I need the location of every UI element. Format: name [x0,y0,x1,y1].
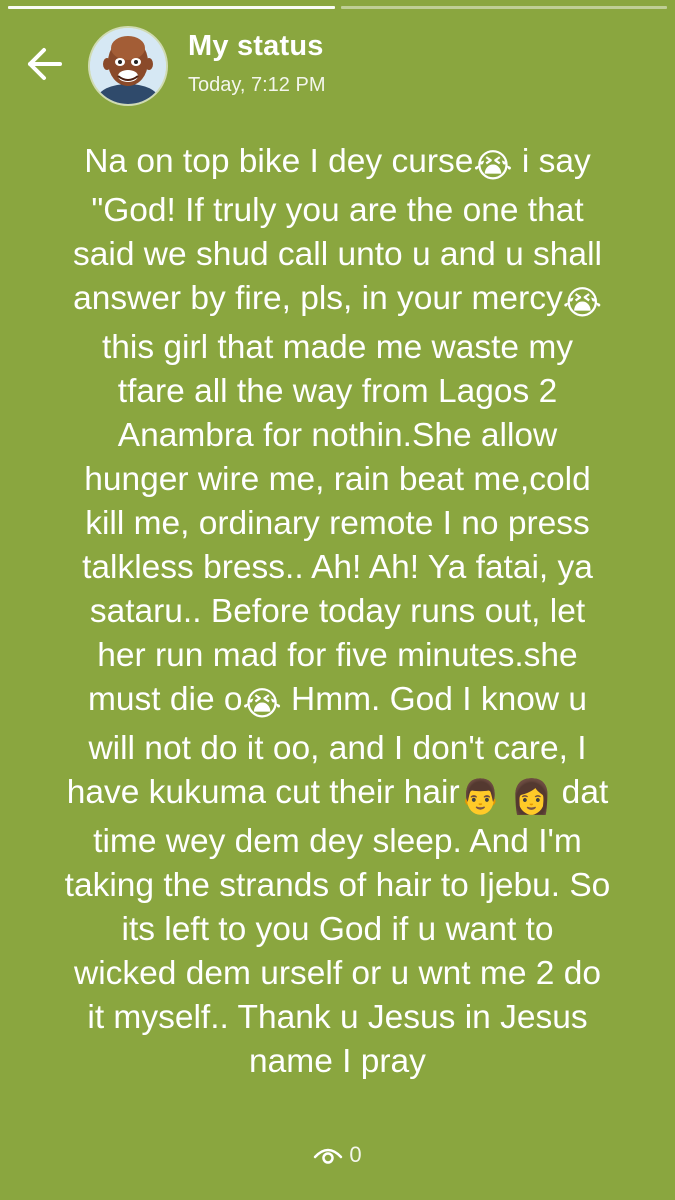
status-text-line: sataru.. Before today runs out, let [20,590,655,634]
status-text-line: said we shud call unto u and u shall [20,233,655,277]
eye-icon [314,1148,343,1164]
status-text-segment: kill me, ordinary remote I no press [85,505,590,542]
status-text-line: hunger wire me, rain beat me,cold [20,458,655,502]
crying-face-emoji: 😭 [242,686,282,723]
status-text-line: answer by fire, pls, in your mercy😭 [20,277,655,326]
status-text-line: Na on top bike I dey curse😭 i say [20,140,655,189]
status-title: My status [188,30,324,62]
status-header: My status Today, 7:12 PM [0,20,675,120]
status-text-segment: must die o [87,681,243,718]
man-emoji: 👨 [459,779,502,816]
status-text-segment: i say [512,143,591,180]
status-text-segment: this girl that made me waste my [101,329,574,366]
progress-segment-pending [340,6,667,9]
status-text-segment: its left to you God if u want to [121,911,554,948]
status-text-segment: wicked dem urself or u wnt me 2 do [74,955,601,992]
avatar-caricature-image [90,28,166,104]
woman-emoji: 👩 [510,779,553,816]
status-text-segment: Hmm. God I know u [281,681,587,718]
status-text-body: Na on top bike I dey curse😭 i say "God! I… [20,140,655,1084]
status-text-line: kill me, ordinary remote I no press [20,502,655,546]
status-text-segment: said we shud call unto u and u shall [73,236,602,273]
status-text-line: name I pray [20,1040,655,1084]
status-text-segment: answer by fire, pls, in your mercy [73,280,563,317]
status-text-line: tfare all the way from Lagos 2 [20,370,655,414]
status-text-line: it myself.. Thank u Jesus in Jesus [20,996,655,1040]
status-text-segment: have kukuma cut their hair [66,774,460,811]
status-text-segment: sataru.. Before today runs out, let [89,593,586,630]
status-text-line: time wey dem dey sleep. And I'm [20,820,655,864]
status-text-line: Anambra for nothin.She allow [20,414,655,458]
progress-segment-viewed [8,6,335,9]
views-counter[interactable]: 0 [0,1142,675,1168]
status-text-segment: Na on top bike I dey curse [84,143,474,180]
status-text-segment: taking the strands of hair to Ijebu. So [64,867,611,904]
back-button[interactable] [22,42,66,86]
arrow-left-icon [28,48,62,80]
views-count: 0 [349,1142,362,1167]
status-text-line: its left to you God if u want to [20,908,655,952]
status-progress-bar [8,6,667,10]
status-text-segment: talkless bress.. Ah! Ah! Ya fatai, ya [82,549,593,586]
crying-face-emoji: 😭 [473,148,513,185]
status-text-segment: dat [552,774,609,811]
status-text-line: must die o😭 Hmm. God I know u [20,678,655,727]
crying-face-emoji: 😭 [562,285,602,322]
status-text-segment: name I pray [249,1043,426,1080]
status-text-line: "God! If truly you are the one that [20,189,655,233]
status-text-segment: "God! If truly you are the one that [91,192,584,229]
status-text-segment: hunger wire me, rain beat me,cold [84,461,591,498]
status-text-line: talkless bress.. Ah! Ah! Ya fatai, ya [20,546,655,590]
status-text-segment: Anambra for nothin.She allow [117,417,558,454]
status-text-segment: it myself.. Thank u Jesus in Jesus [87,999,588,1036]
status-text-segment: will not do it oo, and I don't care, I [88,730,587,767]
status-text-line: have kukuma cut their hair👨 👩 dat [20,771,655,820]
status-text-segment [501,774,510,811]
avatar[interactable] [90,28,166,104]
status-text-segment: tfare all the way from Lagos 2 [117,373,558,410]
status-text-line: will not do it oo, and I don't care, I [20,727,655,771]
status-text-line: this girl that made me waste my [20,326,655,370]
status-text-segment: her run mad for five minutes.she [97,637,578,674]
status-text-line: her run mad for five minutes.she [20,634,655,678]
status-text-line: wicked dem urself or u wnt me 2 do [20,952,655,996]
status-timestamp: Today, 7:12 PM [188,74,326,96]
status-text-segment: time wey dem dey sleep. And I'm [93,823,582,860]
status-text-line: taking the strands of hair to Ijebu. So [20,864,655,908]
